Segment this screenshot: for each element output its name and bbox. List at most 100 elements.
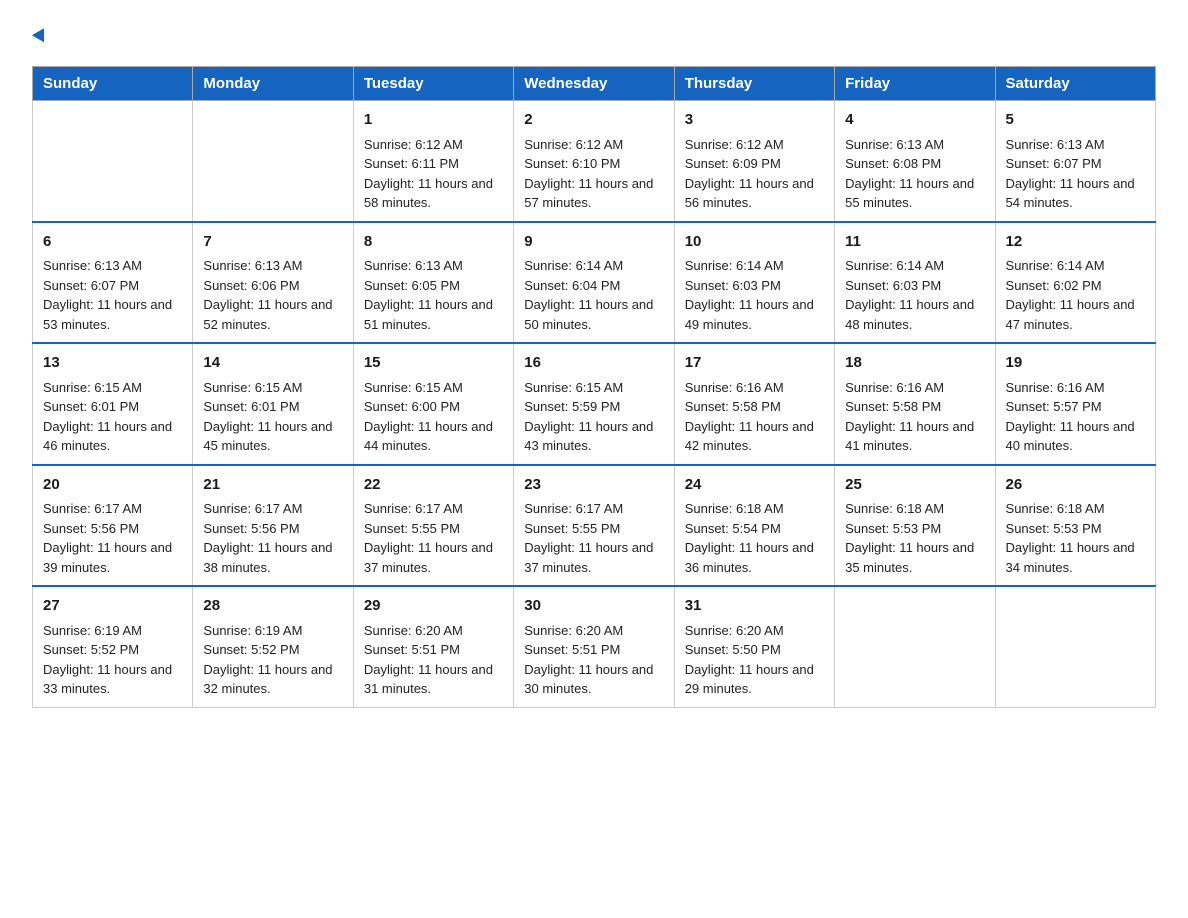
calendar-cell: 3 Sunrise: 6:12 AMSunset: 6:09 PMDaylight… [674,101,834,222]
calendar-cell: 14Sunrise: 6:15 AMSunset: 6:01 PMDayligh… [193,343,353,465]
weekday-header-row: SundayMondayTuesdayWednesdayThursdayFrid… [33,67,1156,101]
day-info: Sunrise: 6:17 AMSunset: 5:56 PMDaylight:… [203,499,342,577]
day-number: 13 [43,352,182,375]
day-info: Sunrise: 6:18 AMSunset: 5:53 PMDaylight:… [1006,499,1145,577]
day-number: 25 [845,474,984,497]
logo-text [32,24,48,48]
day-info: Sunrise: 6:18 AMSunset: 5:54 PMDaylight:… [685,499,824,577]
day-info: Sunrise: 6:14 AMSunset: 6:03 PMDaylight:… [685,256,824,334]
calendar-cell: 28 Sunrise: 6:19 AMSunset: 5:52 PMDayligh… [193,586,353,707]
calendar-week-row: 27 Sunrise: 6:19 AMSunset: 5:52 PMDayligh… [33,586,1156,707]
day-number: 2 [524,109,663,132]
calendar-cell [33,101,193,222]
day-number: 7 [203,231,342,254]
calendar-week-row: 1Sunrise: 6:12 AMSunset: 6:11 PMDaylight… [33,101,1156,222]
day-info: Sunrise: 6:12 AMSunset: 6:10 PMDaylight:… [524,135,663,213]
calendar-cell [193,101,353,222]
calendar-week-row: 6Sunrise: 6:13 AMSunset: 6:07 PMDaylight… [33,222,1156,344]
day-number: 27 [43,595,182,618]
calendar-cell: 5 Sunrise: 6:13 AMSunset: 6:07 PMDaylight… [995,101,1155,222]
day-number: 12 [1006,231,1145,254]
calendar-cell: 8Sunrise: 6:13 AMSunset: 6:05 PMDaylight… [353,222,513,344]
day-number: 1 [364,109,503,132]
day-number: 18 [845,352,984,375]
weekday-header-tuesday: Tuesday [353,67,513,101]
day-number: 16 [524,352,663,375]
calendar-cell: 13 Sunrise: 6:15 AMSunset: 6:01 PMDayligh… [33,343,193,465]
calendar-cell: 10Sunrise: 6:14 AMSunset: 6:03 PMDayligh… [674,222,834,344]
day-info: Sunrise: 6:19 AMSunset: 5:52 PMDaylight:… [203,621,342,699]
day-info: Sunrise: 6:16 AMSunset: 5:58 PMDaylight:… [685,378,824,456]
logo [32,24,48,48]
day-number: 24 [685,474,824,497]
calendar-week-row: 20Sunrise: 6:17 AMSunset: 5:56 PMDayligh… [33,465,1156,587]
day-number: 14 [203,352,342,375]
day-number: 30 [524,595,663,618]
day-info: Sunrise: 6:13 AMSunset: 6:07 PMDaylight:… [43,256,182,334]
calendar-cell: 12Sunrise: 6:14 AMSunset: 6:02 PMDayligh… [995,222,1155,344]
day-number: 10 [685,231,824,254]
day-number: 3 [685,109,824,132]
calendar-cell: 22Sunrise: 6:17 AMSunset: 5:55 PMDayligh… [353,465,513,587]
day-number: 31 [685,595,824,618]
day-info: Sunrise: 6:12 AMSunset: 6:09 PMDaylight:… [685,135,824,213]
calendar-cell: 20Sunrise: 6:17 AMSunset: 5:56 PMDayligh… [33,465,193,587]
day-info: Sunrise: 6:20 AMSunset: 5:51 PMDaylight:… [364,621,503,699]
calendar-cell [995,586,1155,707]
day-info: Sunrise: 6:20 AMSunset: 5:50 PMDaylight:… [685,621,824,699]
weekday-header-sunday: Sunday [33,67,193,101]
day-info: Sunrise: 6:13 AMSunset: 6:07 PMDaylight:… [1006,135,1145,213]
weekday-header-monday: Monday [193,67,353,101]
calendar-cell: 2 Sunrise: 6:12 AMSunset: 6:10 PMDaylight… [514,101,674,222]
day-info: Sunrise: 6:17 AMSunset: 5:55 PMDaylight:… [364,499,503,577]
day-number: 22 [364,474,503,497]
calendar-cell: 30Sunrise: 6:20 AMSunset: 5:51 PMDayligh… [514,586,674,707]
day-info: Sunrise: 6:16 AMSunset: 5:57 PMDaylight:… [1006,378,1145,456]
calendar-cell: 1Sunrise: 6:12 AMSunset: 6:11 PMDaylight… [353,101,513,222]
day-number: 20 [43,474,182,497]
calendar-cell: 9Sunrise: 6:14 AMSunset: 6:04 PMDaylight… [514,222,674,344]
calendar-cell: 11Sunrise: 6:14 AMSunset: 6:03 PMDayligh… [835,222,995,344]
day-number: 15 [364,352,503,375]
day-info: Sunrise: 6:13 AMSunset: 6:05 PMDaylight:… [364,256,503,334]
calendar-cell: 21Sunrise: 6:17 AMSunset: 5:56 PMDayligh… [193,465,353,587]
calendar-cell: 26Sunrise: 6:18 AMSunset: 5:53 PMDayligh… [995,465,1155,587]
calendar-cell: 16 Sunrise: 6:15 AMSunset: 5:59 PMDayligh… [514,343,674,465]
day-info: Sunrise: 6:13 AMSunset: 6:06 PMDaylight:… [203,256,342,334]
calendar-cell: 27 Sunrise: 6:19 AMSunset: 5:52 PMDayligh… [33,586,193,707]
calendar-cell: 31 Sunrise: 6:20 AMSunset: 5:50 PMDayligh… [674,586,834,707]
day-number: 26 [1006,474,1145,497]
calendar-cell: 17Sunrise: 6:16 AMSunset: 5:58 PMDayligh… [674,343,834,465]
calendar-cell: 18 Sunrise: 6:16 AMSunset: 5:58 PMDayligh… [835,343,995,465]
weekday-header-saturday: Saturday [995,67,1155,101]
page-header [32,24,1156,48]
day-number: 6 [43,231,182,254]
calendar-cell: 23Sunrise: 6:17 AMSunset: 5:55 PMDayligh… [514,465,674,587]
day-info: Sunrise: 6:19 AMSunset: 5:52 PMDaylight:… [43,621,182,699]
day-number: 4 [845,109,984,132]
day-info: Sunrise: 6:16 AMSunset: 5:58 PMDaylight:… [845,378,984,456]
day-number: 23 [524,474,663,497]
day-number: 5 [1006,109,1145,132]
calendar-table: SundayMondayTuesdayWednesdayThursdayFrid… [32,66,1156,708]
day-info: Sunrise: 6:17 AMSunset: 5:56 PMDaylight:… [43,499,182,577]
day-number: 8 [364,231,503,254]
day-number: 29 [364,595,503,618]
weekday-header-thursday: Thursday [674,67,834,101]
day-info: Sunrise: 6:14 AMSunset: 6:02 PMDaylight:… [1006,256,1145,334]
calendar-cell: 7Sunrise: 6:13 AMSunset: 6:06 PMDaylight… [193,222,353,344]
calendar-cell: 6Sunrise: 6:13 AMSunset: 6:07 PMDaylight… [33,222,193,344]
calendar-cell: 19Sunrise: 6:16 AMSunset: 5:57 PMDayligh… [995,343,1155,465]
day-info: Sunrise: 6:18 AMSunset: 5:53 PMDaylight:… [845,499,984,577]
day-info: Sunrise: 6:13 AMSunset: 6:08 PMDaylight:… [845,135,984,213]
calendar-cell: 29 Sunrise: 6:20 AMSunset: 5:51 PMDayligh… [353,586,513,707]
day-info: Sunrise: 6:15 AMSunset: 5:59 PMDaylight:… [524,378,663,456]
calendar-cell: 15Sunrise: 6:15 AMSunset: 6:00 PMDayligh… [353,343,513,465]
day-info: Sunrise: 6:14 AMSunset: 6:03 PMDaylight:… [845,256,984,334]
day-number: 9 [524,231,663,254]
day-number: 21 [203,474,342,497]
day-number: 28 [203,595,342,618]
day-info: Sunrise: 6:14 AMSunset: 6:04 PMDaylight:… [524,256,663,334]
day-info: Sunrise: 6:15 AMSunset: 6:01 PMDaylight:… [43,378,182,456]
calendar-cell: 24Sunrise: 6:18 AMSunset: 5:54 PMDayligh… [674,465,834,587]
